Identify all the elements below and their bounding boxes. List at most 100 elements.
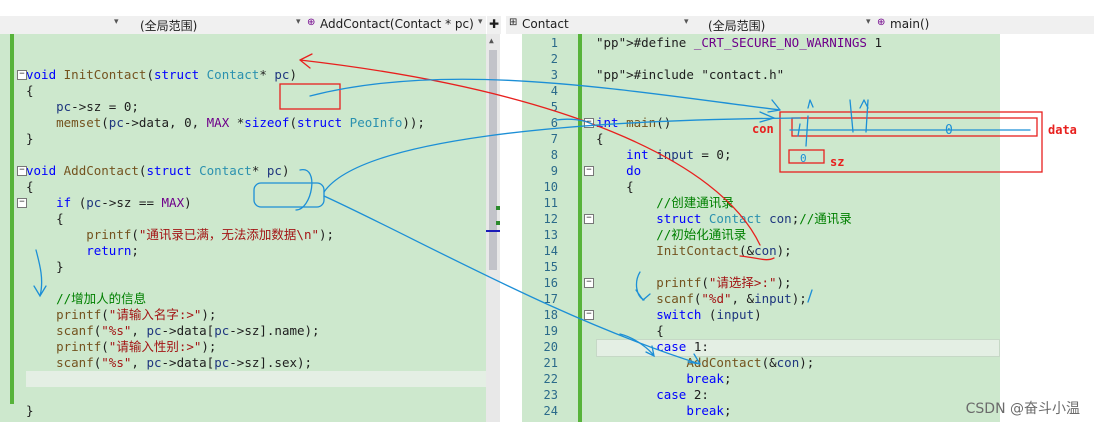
- code-line[interactable]: pc->sz = 0;: [26, 99, 486, 115]
- line-number: 11: [543, 196, 558, 210]
- code-line[interactable]: [26, 35, 486, 51]
- code-line[interactable]: //创建通讯录: [596, 195, 1000, 211]
- code-line[interactable]: {: [26, 83, 486, 99]
- code-line[interactable]: {: [596, 323, 1000, 339]
- code-line[interactable]: [596, 83, 1000, 99]
- code-line[interactable]: {: [26, 211, 486, 227]
- line-number: 1: [550, 36, 558, 50]
- project-dropdown-arrow[interactable]: ▾: [684, 17, 689, 27]
- code-line[interactable]: printf("请选择>:");: [596, 275, 1000, 291]
- code-line[interactable]: int input = 0;: [596, 147, 1000, 163]
- line-number: 4: [550, 84, 558, 98]
- fold-toggle[interactable]: −: [584, 310, 594, 320]
- code-line[interactable]: }: [26, 403, 486, 419]
- code-line[interactable]: {: [596, 179, 1000, 195]
- scope-dropdown-right[interactable]: (全局范围): [708, 17, 765, 34]
- watermark: CSDN @奋斗小温: [965, 401, 1080, 417]
- code-line[interactable]: [26, 371, 486, 387]
- left-nav-bar: ▾ (全局范围) ▾ ⊕ AddContact(Contact * pc) ▾: [0, 16, 486, 34]
- line-number: 18: [543, 308, 558, 322]
- code-line[interactable]: [26, 147, 486, 163]
- code-line[interactable]: InitContact(&con);: [596, 243, 1000, 259]
- code-line[interactable]: break;: [596, 371, 1000, 387]
- code-line[interactable]: "pp">#include "contact.h": [596, 67, 1000, 83]
- code-line[interactable]: printf("请输入性别:>");: [26, 339, 486, 355]
- code-line[interactable]: [26, 387, 486, 403]
- left-scroll-thumb[interactable]: [489, 50, 497, 270]
- fold-toggle[interactable]: −: [584, 278, 594, 288]
- left-scrollbar[interactable]: ▲: [486, 34, 500, 422]
- member-dropdown-arrow[interactable]: ▾: [478, 17, 483, 27]
- code-line[interactable]: "pp">#define _CRT_SECURE_NO_WARNINGS 1: [596, 35, 1000, 51]
- project-icon: ⊞: [509, 17, 518, 28]
- code-line[interactable]: scanf("%d", &input);: [596, 291, 1000, 307]
- code-line[interactable]: scanf("%s", pc->data[pc->sz].name);: [26, 323, 486, 339]
- line-number: 8: [550, 148, 558, 162]
- code-line[interactable]: if (pc->sz == MAX): [26, 195, 486, 211]
- scope-dropdown-arrow-right[interactable]: ▾: [866, 17, 871, 27]
- line-number: 10: [543, 180, 558, 194]
- code-line[interactable]: }: [26, 259, 486, 275]
- fold-toggle[interactable]: −: [17, 166, 27, 176]
- code-line[interactable]: break;: [596, 403, 1000, 419]
- line-number: 6: [550, 116, 558, 130]
- line-number: 23: [543, 388, 558, 402]
- line-number: 24: [543, 404, 558, 418]
- left-code-area[interactable]: void InitContact(struct Contact* pc) −{ p…: [17, 34, 486, 422]
- code-line[interactable]: printf("请输入名字:>");: [26, 307, 486, 323]
- fold-toggle[interactable]: −: [17, 198, 27, 208]
- scroll-up-arrow[interactable]: ▲: [489, 36, 494, 45]
- code-line[interactable]: case 3:: [596, 419, 1000, 422]
- code-line[interactable]: switch (input): [596, 307, 1000, 323]
- line-number: 20: [543, 340, 558, 354]
- code-line[interactable]: [26, 51, 486, 67]
- line-number: 21: [543, 356, 558, 370]
- left-editor[interactable]: void InitContact(struct Contact* pc) −{ p…: [0, 34, 486, 422]
- code-line[interactable]: {: [26, 179, 486, 195]
- fold-toggle[interactable]: −: [584, 214, 594, 224]
- scope-dropdown-arrow[interactable]: ▾: [296, 17, 301, 27]
- code-line[interactable]: AddContact(&con);: [596, 355, 1000, 371]
- fold-toggle[interactable]: −: [584, 166, 594, 176]
- code-line[interactable]: [26, 275, 486, 291]
- line-number: 25: [522, 419, 558, 422]
- right-editor[interactable]: 1234567891011121314151617181920212223242…: [522, 34, 1000, 422]
- code-line[interactable]: struct Contact con;//通讯录: [596, 211, 1000, 227]
- code-line[interactable]: [596, 99, 1000, 115]
- code-line[interactable]: [596, 51, 1000, 67]
- left-scroll-marker: [496, 206, 500, 210]
- code-line[interactable]: printf("通讯录已满，无法添加数据\n");: [26, 227, 486, 243]
- right-code-area[interactable]: "pp">#define _CRT_SECURE_NO_WARNINGS 1 "p…: [584, 34, 1000, 422]
- code-line[interactable]: scanf("%s", pc->data[pc->sz].sex);: [26, 355, 486, 371]
- member-dropdown[interactable]: AddContact(Contact * pc): [320, 17, 474, 31]
- line-number: 15: [543, 260, 558, 274]
- fold-toggle[interactable]: −: [584, 118, 594, 128]
- line-number: 14: [543, 244, 558, 258]
- right-nav-bar: ⊞ Contact ▾ (全局范围) ▾ ⊕ main(): [506, 16, 1094, 34]
- code-line[interactable]: }: [26, 131, 486, 147]
- project-dropdown[interactable]: Contact: [522, 17, 569, 31]
- fold-toggle[interactable]: −: [17, 70, 27, 80]
- split-button[interactable]: ✚: [487, 16, 501, 34]
- line-number: 3: [550, 68, 558, 82]
- line-number: 2: [550, 52, 558, 66]
- code-line[interactable]: void AddContact(struct Contact* pc): [26, 163, 486, 179]
- code-line[interactable]: int main(): [596, 115, 1000, 131]
- scope-dropdown[interactable]: (全局范围): [140, 17, 197, 34]
- code-line[interactable]: return;: [26, 243, 486, 259]
- code-line[interactable]: void InitContact(struct Contact* pc): [26, 67, 486, 83]
- left-change-bar: [10, 34, 14, 404]
- code-line[interactable]: //初始化通讯录: [596, 227, 1000, 243]
- code-line[interactable]: do: [596, 163, 1000, 179]
- code-line[interactable]: case 2:: [596, 387, 1000, 403]
- code-line[interactable]: case 1:: [596, 339, 1000, 355]
- code-line[interactable]: {: [596, 131, 1000, 147]
- code-line[interactable]: //增加人的信息: [26, 291, 486, 307]
- function-dropdown[interactable]: main(): [890, 17, 929, 31]
- code-line[interactable]: [596, 259, 1000, 275]
- code-line[interactable]: memset(pc->data, 0, MAX *sizeof(struct P…: [26, 115, 486, 131]
- line-number: 7: [550, 132, 558, 146]
- project-dropdown-arrow[interactable]: ▾: [114, 17, 119, 27]
- annotation-data: data: [1048, 123, 1077, 137]
- member-icon: ⊕: [307, 17, 316, 28]
